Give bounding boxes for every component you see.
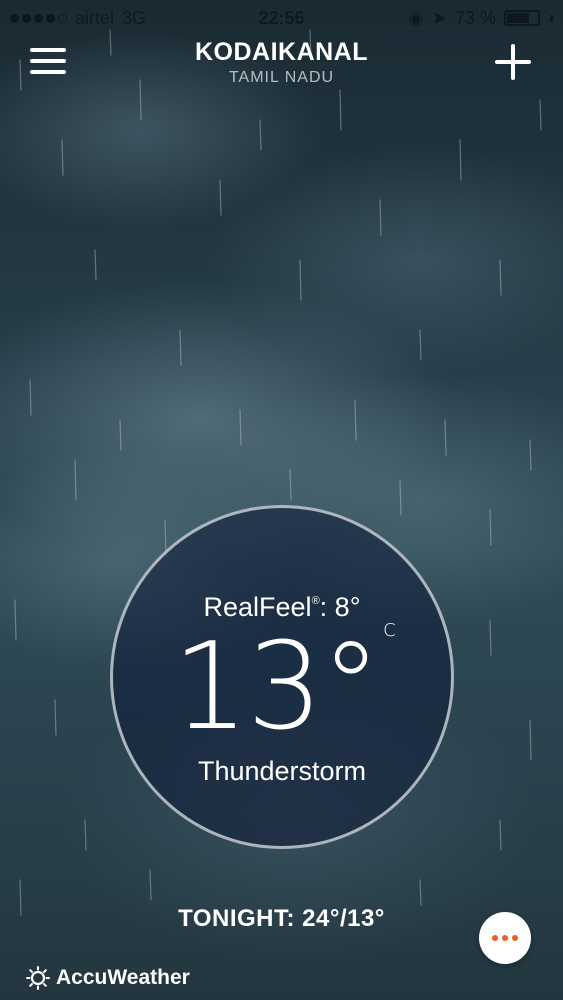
rotation-lock-icon: ◉ xyxy=(408,7,424,28)
temperature-value: 13° xyxy=(172,618,381,757)
more-options-button[interactable] xyxy=(479,912,531,964)
temperature-display: 13° C xyxy=(113,622,451,748)
city-name: KODAIKANAL xyxy=(194,38,369,66)
state-name: TAMIL NADU xyxy=(228,69,335,86)
registered-mark: ® xyxy=(311,595,320,607)
status-bar: airtel 3G 22:56 ◉ ➤ 73 % xyxy=(0,0,563,36)
battery-percent: 73 % xyxy=(454,7,496,28)
sun-icon xyxy=(26,966,50,990)
rain-overlay xyxy=(14,29,542,916)
current-conditions-circle[interactable]: RealFeel®: 8° 13° C Thunderstorm xyxy=(110,505,454,849)
location-header: KODAIKANAL TAMIL NADU xyxy=(0,38,563,87)
battery-tip xyxy=(550,14,553,22)
weather-condition: Thunderstorm xyxy=(197,756,367,786)
accuweather-logo[interactable]: AccuWeather xyxy=(26,966,190,990)
more-dots-icon xyxy=(492,935,498,941)
temperature-unit: C xyxy=(383,620,396,641)
battery-icon xyxy=(504,10,540,26)
carrier-name: airtel xyxy=(75,7,115,28)
tonight-forecast[interactable]: TONIGHT: 24°/13° xyxy=(0,905,563,933)
status-time: 22:56 xyxy=(258,7,305,28)
network-type: 3G xyxy=(122,7,147,28)
signal-strength-icon xyxy=(10,13,67,23)
location-arrow-icon: ➤ xyxy=(431,7,447,28)
brand-name: AccuWeather xyxy=(56,966,190,989)
